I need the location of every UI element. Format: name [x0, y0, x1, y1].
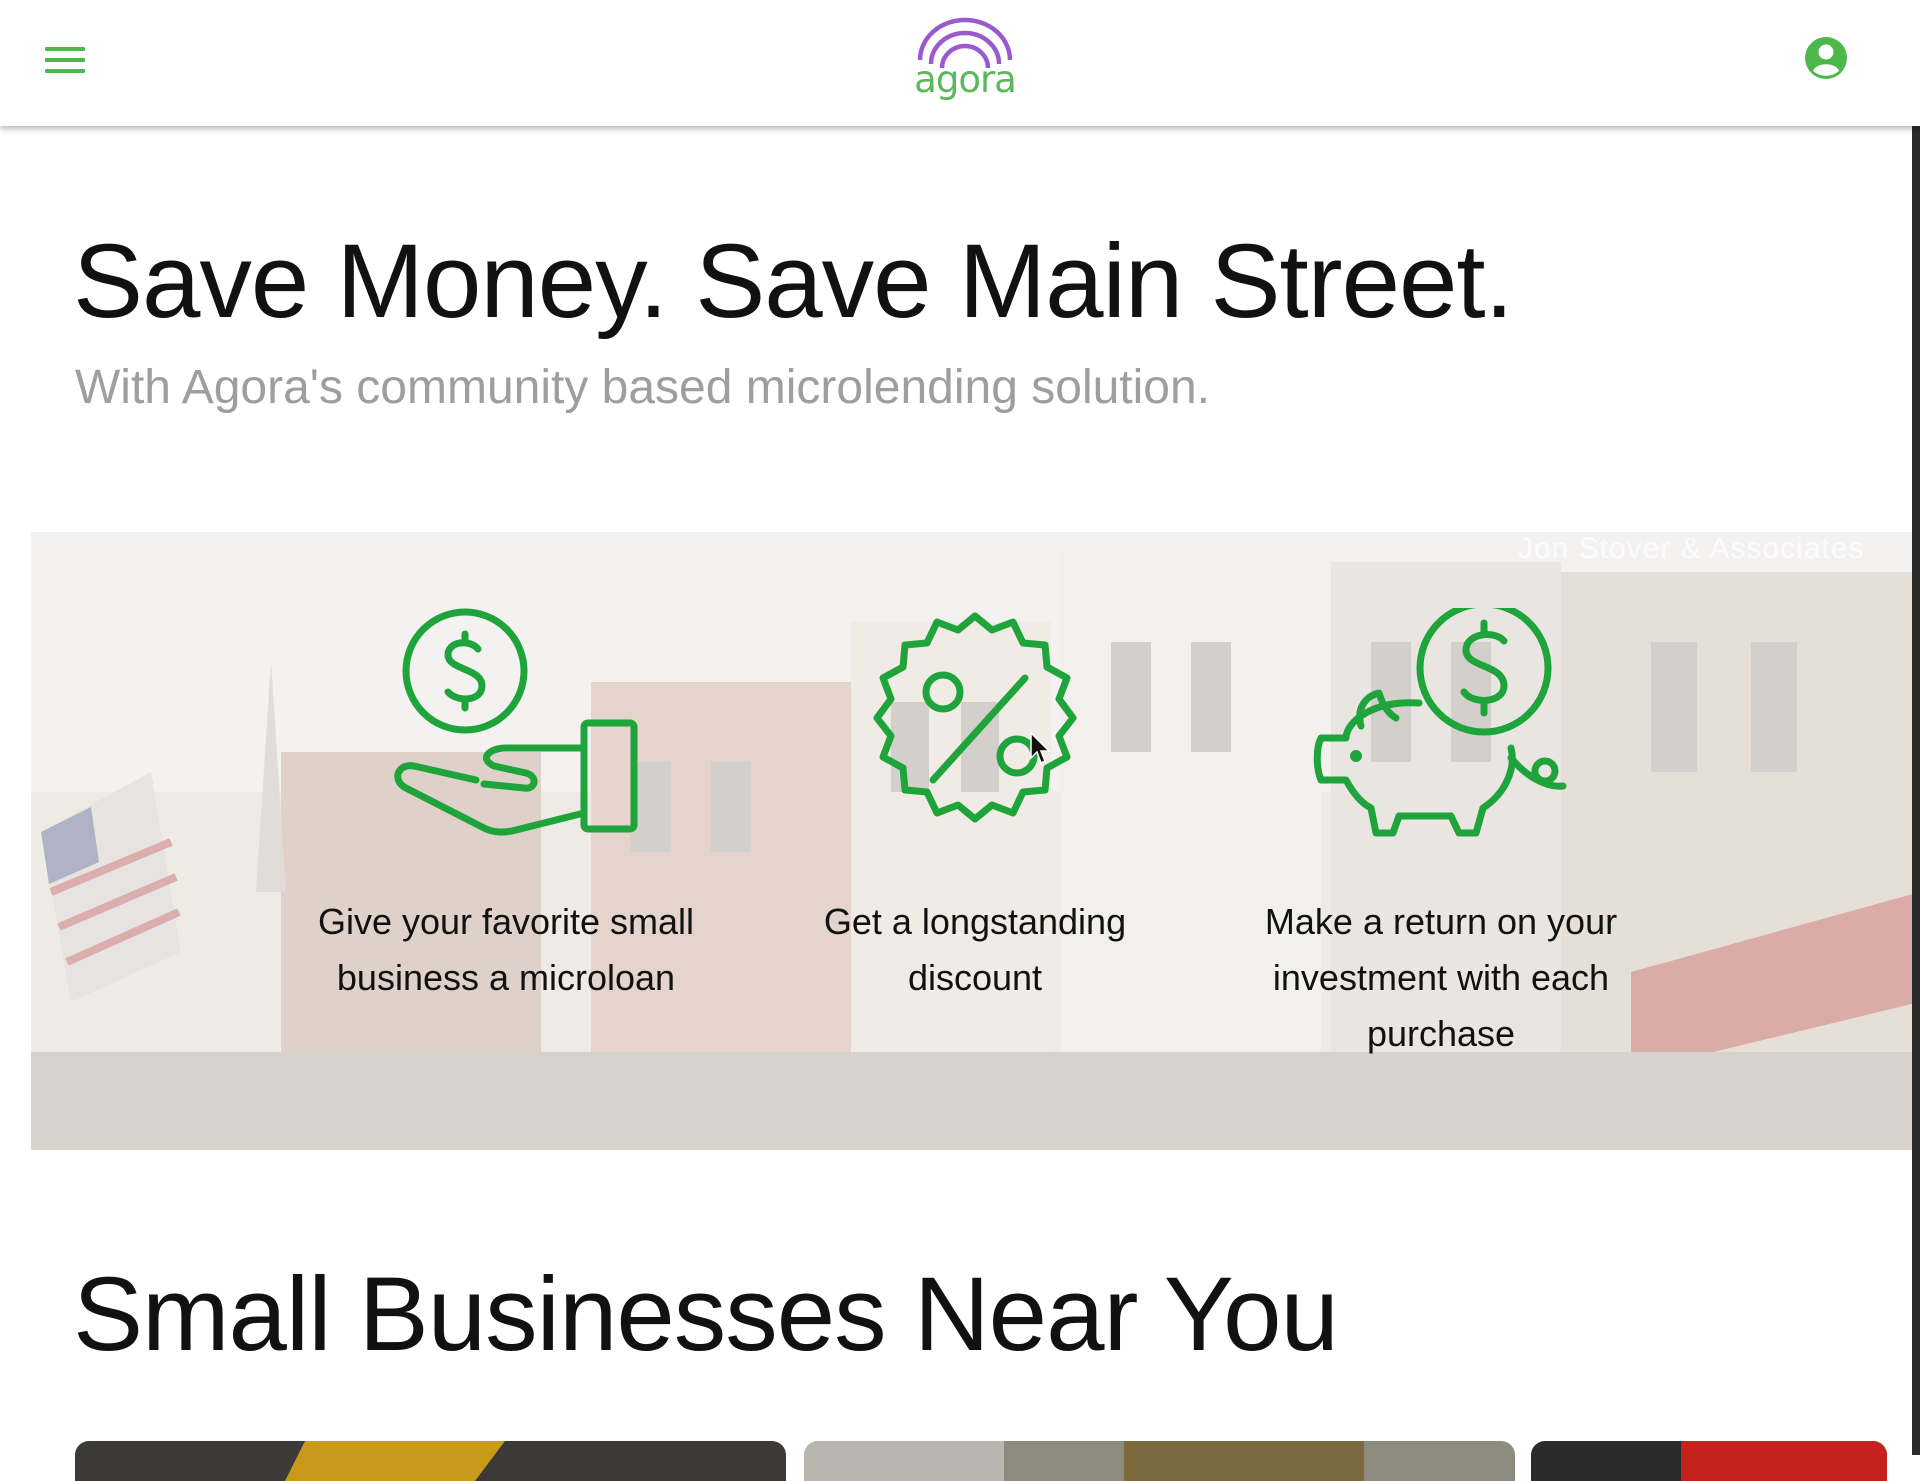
features-banner: Jon Stover & Associates Give your favori… [31, 532, 1920, 1150]
image-watermark: Jon Stover & Associates [1518, 532, 1865, 565]
business-card-3[interactable] [1531, 1441, 1887, 1481]
business-card-1[interactable] [75, 1441, 786, 1481]
section-title-businesses: Small Businesses Near You [73, 1256, 1339, 1373]
feature-microloan: Give your favorite small business a micr… [296, 608, 716, 1006]
business-card-image [804, 1441, 1364, 1481]
window-edge [1912, 0, 1920, 1455]
hand-with-dollar-coin-icon [394, 608, 638, 836]
feature-return: Make a return on your investment with ea… [1231, 608, 1651, 1062]
hamburger-menu-icon[interactable] [40, 38, 90, 82]
top-navbar: agora [0, 0, 1920, 126]
feature-return-text: Make a return on your investment with ea… [1264, 901, 1618, 1054]
business-card-2[interactable] [804, 1441, 1515, 1481]
business-card-image [285, 1441, 505, 1481]
feature-discount: Get a longstanding discount [765, 608, 1185, 1006]
mouse-cursor-icon [1030, 732, 1050, 765]
agora-logo[interactable]: agora [912, 12, 1018, 112]
feature-microloan-text: Give your favorite small business a micr… [317, 901, 695, 998]
percent-badge-icon [873, 612, 1077, 823]
logo-text: agora [914, 58, 1017, 101]
user-account-icon[interactable] [1803, 35, 1849, 81]
hero-subtitle: With Agora's community based microlendin… [75, 361, 1211, 414]
hero-title: Save Money. Save Main Street. [73, 223, 1514, 340]
business-card-image [1681, 1441, 1887, 1481]
piggy-bank-dollar-icon [1313, 608, 1567, 837]
feature-discount-text: Get a longstanding discount [823, 901, 1127, 998]
